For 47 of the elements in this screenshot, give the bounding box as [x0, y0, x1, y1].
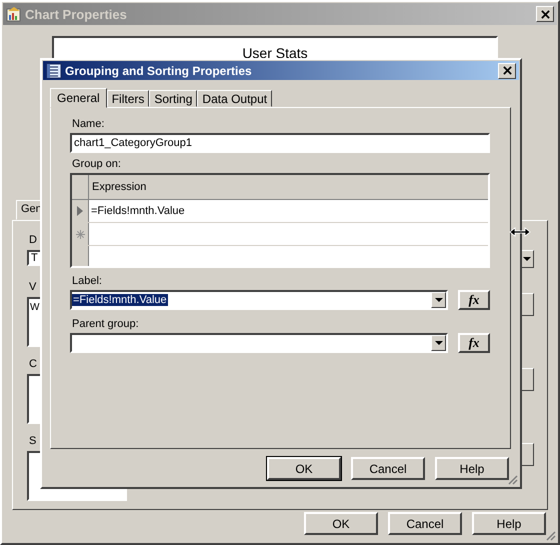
- field-label: Label:: [72, 275, 102, 287]
- window-title: Chart Properties: [25, 6, 128, 22]
- field-label: D: [29, 234, 37, 246]
- caret-icon: [434, 298, 442, 302]
- tab[interactable]: General: [50, 88, 107, 108]
- expression-button[interactable]: fx: [458, 333, 490, 353]
- resize-grip-icon: [544, 529, 556, 541]
- field-label: C: [29, 358, 37, 370]
- dialog-button[interactable]: Cancel: [388, 512, 462, 535]
- caret-icon: [434, 341, 442, 345]
- name-field[interactable]: chart1_CategoryGroup1: [70, 133, 490, 153]
- field-label: Name:: [72, 118, 104, 130]
- dropdown-button[interactable]: [431, 335, 446, 351]
- field-label: Parent group:: [72, 318, 139, 330]
- chart-title-field[interactable]: User Stats: [52, 36, 498, 60]
- dropdown-button[interactable]: [431, 292, 446, 308]
- close-icon: [540, 10, 550, 18]
- chart-icon: [6, 6, 22, 22]
- selected-text: =Fields!mnth.Value: [72, 294, 168, 306]
- current-row-icon: [77, 206, 83, 216]
- label-dropdown[interactable]: =Fields!mnth.Value: [70, 290, 448, 310]
- field-label: Group on:: [72, 158, 121, 170]
- caret-icon: [523, 257, 531, 261]
- expression-button[interactable]: fx: [458, 290, 490, 310]
- dialog-button[interactable]: OK: [267, 457, 341, 480]
- grouping-icon: [46, 62, 62, 78]
- field-label: V: [29, 281, 36, 294]
- dialog-button[interactable]: OK: [304, 512, 378, 535]
- dialog-button[interactable]: Help: [435, 457, 509, 480]
- close-button[interactable]: [498, 62, 516, 78]
- data-grid[interactable]: Expression =Fields!mnth.Value: [70, 173, 490, 268]
- tab[interactable]: Data Output: [197, 90, 272, 107]
- list-item[interactable]: W: [30, 302, 40, 314]
- row-header[interactable]: [72, 200, 89, 222]
- dialog-button[interactable]: Cancel: [351, 457, 425, 480]
- row-header[interactable]: [72, 246, 89, 266]
- tab[interactable]: Sorting: [149, 90, 198, 107]
- dialog-title: Grouping and Sorting Properties: [65, 64, 253, 78]
- close-icon: [502, 66, 512, 75]
- new-row-icon: [76, 230, 84, 238]
- parent-group-dropdown[interactable]: [70, 333, 448, 353]
- dialog-button[interactable]: Help: [472, 512, 546, 535]
- field-label: S: [29, 435, 36, 448]
- table-cell[interactable]: =Fields!mnth.Value: [89, 200, 488, 222]
- resize-grip-icon: [506, 473, 518, 485]
- close-button[interactable]: [536, 6, 554, 22]
- tab[interactable]: Filters: [106, 90, 150, 107]
